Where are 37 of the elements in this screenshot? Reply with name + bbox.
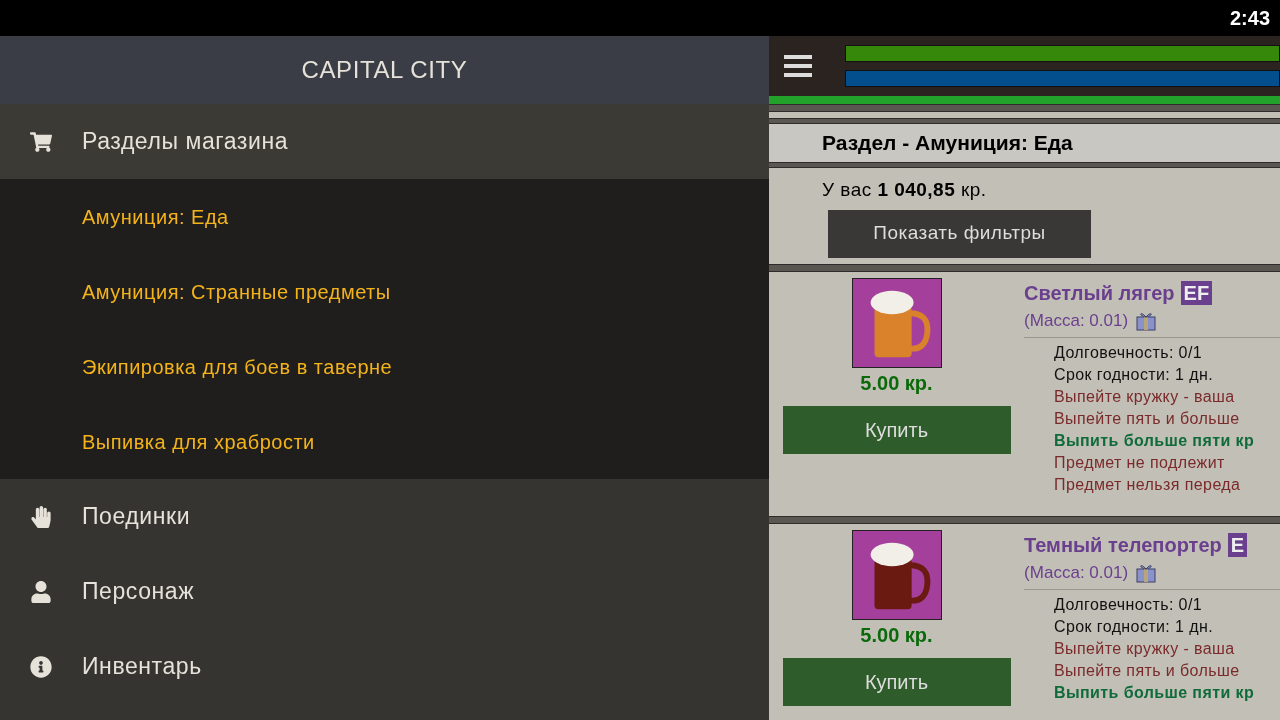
info-icon	[30, 655, 52, 678]
product-property: Долговечность: 0/1	[1054, 343, 1204, 363]
product-mass: (Масса: 0.01)	[1024, 561, 1129, 584]
submenu-item[interactable]: Амуниция: Еда	[0, 179, 769, 254]
product-property: Выпить больше пяти кр	[1054, 683, 1256, 703]
product-property: Выпить больше пяти кр	[1054, 431, 1256, 451]
product-property: Предмет нельзя переда	[1054, 475, 1242, 495]
cart-icon	[30, 130, 52, 153]
section-title: Раздел - Амуниция: Еда	[822, 130, 1073, 157]
hand-icon	[30, 505, 52, 528]
balance-text: У вас 1 040,85 кр.	[822, 179, 987, 200]
product-property: Срок годности: 1 дн.	[1054, 617, 1214, 637]
buy-button[interactable]: Купить	[782, 405, 1011, 454]
price-text: 5.00 кр.	[860, 370, 933, 396]
product-property: Срок годности: 1 дн.	[1054, 365, 1214, 385]
product-property: Выпейте кружку - ваша	[1054, 639, 1236, 659]
product-badge: EF	[1180, 280, 1213, 305]
price-text: 5.00 кр.	[860, 622, 933, 648]
submenu-item[interactable]: Выпивка для храбрости	[0, 404, 769, 479]
product-property: Долговечность: 0/1	[1054, 595, 1204, 615]
product-name[interactable]: Темный телепортер	[1024, 529, 1222, 560]
product-property: Выпейте пять и больше	[1054, 409, 1241, 429]
product-property: Выпейте пять и больше	[1054, 661, 1241, 681]
person-icon	[30, 580, 52, 603]
buy-button[interactable]: Купить	[782, 657, 1011, 706]
product-name[interactable]: Светлый лягер	[1024, 277, 1175, 308]
product-mass: (Масса: 0.01)	[1024, 309, 1129, 332]
product-badge: E	[1227, 532, 1248, 557]
product-property: Выпейте кружку - ваша	[1054, 387, 1236, 407]
product-property: Предмет не подлежит	[1054, 453, 1226, 473]
menu-item[interactable]: Разделы магазина	[0, 104, 769, 179]
submenu-item[interactable]: Амуниция: Странные предметы	[0, 254, 769, 329]
city-title: CAPITAL CITY	[301, 55, 468, 85]
clock-time: 2:43	[1229, 6, 1270, 31]
menu-icon[interactable]	[784, 55, 812, 77]
filter-button[interactable]: Показать фильтры	[828, 209, 1091, 258]
submenu-item[interactable]: Экипировка для боев в таверне	[0, 329, 769, 404]
